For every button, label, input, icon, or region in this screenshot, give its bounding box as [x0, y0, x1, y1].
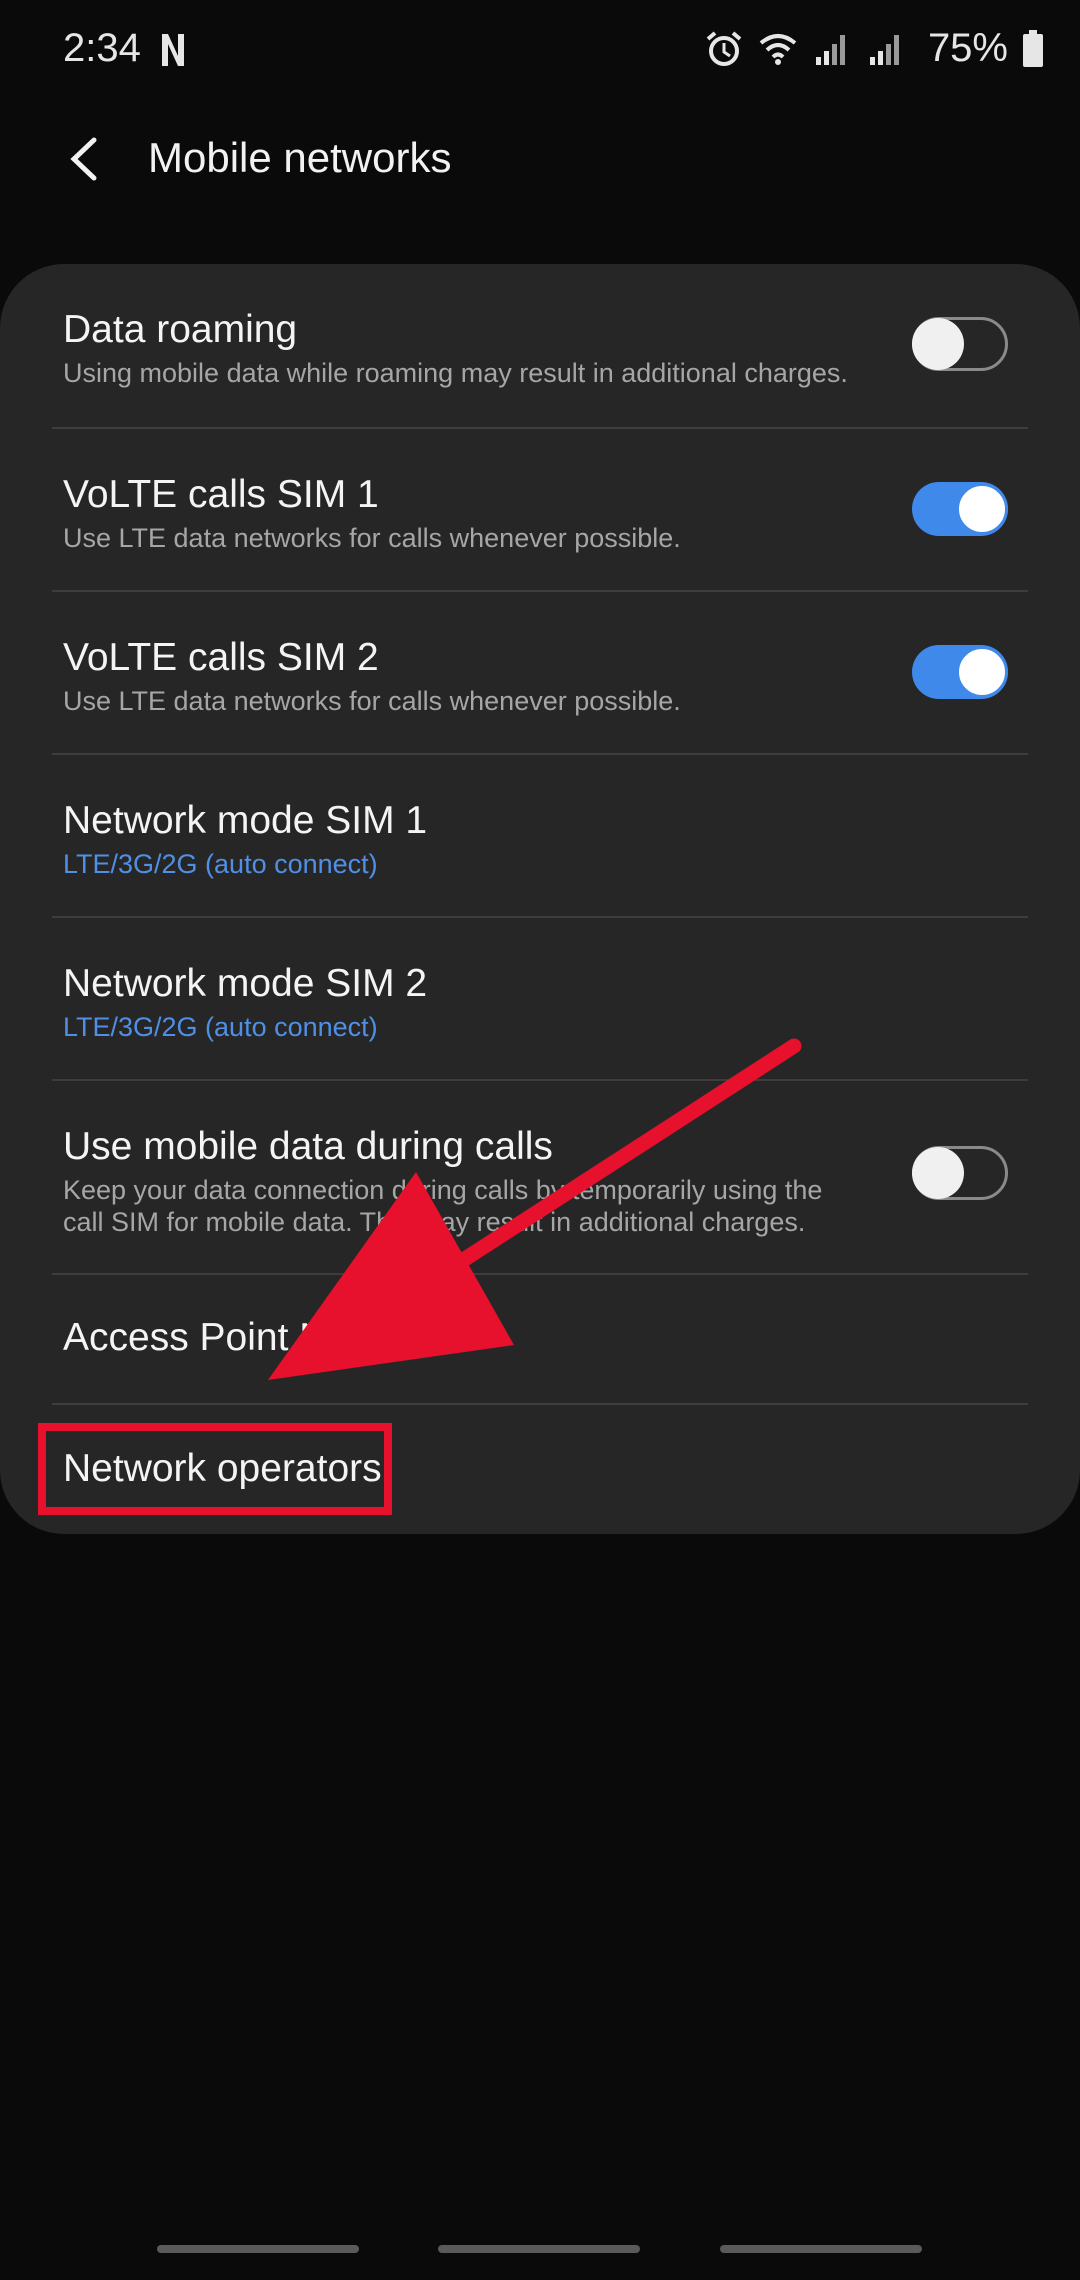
mobile-data-calls-subtitle-line2: call SIM for mobile data. This may resul…	[63, 1207, 806, 1237]
data-roaming-title: Data roaming	[63, 308, 298, 351]
nav-handle-right[interactable]	[720, 2245, 922, 2253]
volte-sim2-subtitle: Use LTE data networks for calls whenever…	[63, 686, 681, 716]
netflix-icon	[162, 34, 184, 66]
network-mode-sim2-title: Network mode SIM 2	[63, 962, 428, 1005]
nav-handle-center[interactable]	[438, 2245, 640, 2253]
wifi-icon	[759, 33, 797, 65]
volte-sim2-title: VoLTE calls SIM 2	[63, 636, 379, 679]
volte-sim1-title: VoLTE calls SIM 1	[63, 473, 379, 516]
app-header: Mobile networks	[0, 118, 1080, 202]
data-roaming-row[interactable]: Data roaming Using mobile data while roa…	[0, 264, 1080, 426]
network-mode-sim1-title: Network mode SIM 1	[63, 799, 428, 842]
volte-sim2-toggle[interactable]	[912, 645, 1008, 699]
access-point-names-row[interactable]: Access Point Names	[0, 1275, 1080, 1403]
mobile-data-calls-title: Use mobile data during calls	[63, 1125, 553, 1168]
mobile-data-calls-row[interactable]: Use mobile data during calls Keep your d…	[0, 1081, 1080, 1274]
network-mode-sim1-value: LTE/3G/2G (auto connect)	[63, 849, 378, 879]
volte-sim1-row[interactable]: VoLTE calls SIM 1 Use LTE data networks …	[0, 429, 1080, 591]
battery-icon	[1023, 29, 1043, 67]
mobile-data-calls-subtitle-line1: Keep your data connection during calls b…	[63, 1175, 823, 1205]
settings-card: Data roaming Using mobile data while roa…	[0, 264, 1080, 1534]
status-icons: 75%	[704, 26, 1044, 71]
mobile-data-calls-toggle[interactable]	[912, 1146, 1008, 1200]
network-mode-sim1-row[interactable]: Network mode SIM 1 LTE/3G/2G (auto conne…	[0, 755, 1080, 917]
nav-handle-left[interactable]	[157, 2245, 359, 2253]
status-bar: 2:34 75%	[0, 0, 1080, 104]
access-point-names-title: Access Point Names	[63, 1316, 423, 1359]
page-title: Mobile networks	[148, 134, 452, 181]
back-button[interactable]	[50, 126, 116, 192]
network-mode-sim2-row[interactable]: Network mode SIM 2 LTE/3G/2G (auto conne…	[0, 918, 1080, 1080]
volte-sim1-toggle[interactable]	[912, 482, 1008, 536]
back-arrow-icon	[70, 137, 97, 181]
volte-sim2-row[interactable]: VoLTE calls SIM 2 Use LTE data networks …	[0, 592, 1080, 754]
alarm-icon	[706, 30, 742, 66]
signal-sim1-icon	[815, 34, 845, 65]
gesture-nav-bar	[0, 2245, 1080, 2265]
battery-percentage: 75%	[927, 26, 1008, 70]
highlight-box	[38, 1423, 392, 1515]
status-time: 2:34	[63, 26, 141, 70]
network-mode-sim2-value: LTE/3G/2G (auto connect)	[63, 1012, 378, 1042]
volte-sim1-subtitle: Use LTE data networks for calls whenever…	[63, 523, 681, 553]
signal-sim2-icon	[869, 34, 899, 65]
data-roaming-toggle[interactable]	[912, 317, 1008, 371]
data-roaming-subtitle: Using mobile data while roaming may resu…	[63, 358, 848, 388]
